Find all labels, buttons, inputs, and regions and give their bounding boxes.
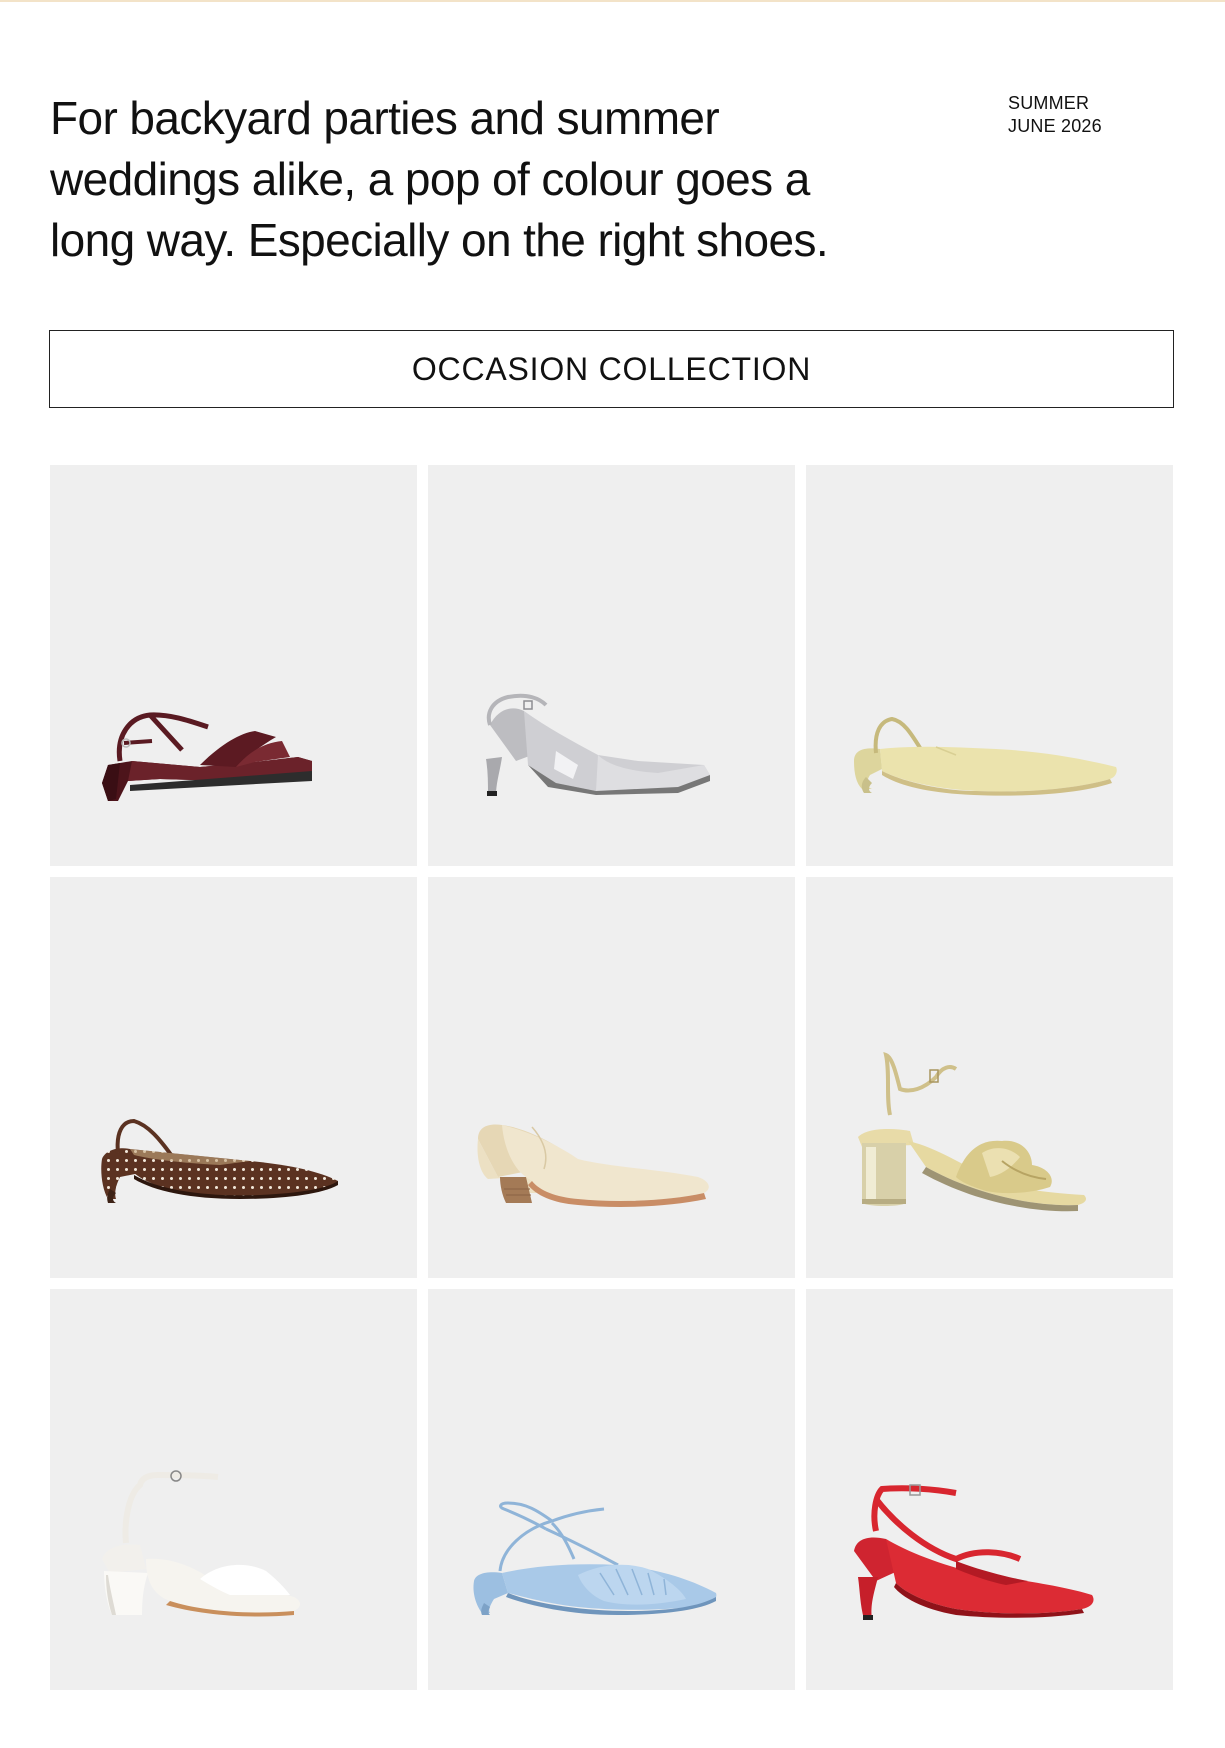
product-grid <box>50 465 1174 1690</box>
product-tile-blue-flat[interactable] <box>428 1289 795 1690</box>
hero-line-3: long way. Especially on the right shoes. <box>50 214 829 266</box>
season-label: SUMMER <box>1008 93 1090 113</box>
cream-pump-image <box>477 1124 709 1207</box>
white-sandal-image <box>102 1470 300 1617</box>
product-tile-red-pump[interactable] <box>806 1289 1173 1690</box>
hero-line-1: For backyard parties and summer <box>50 92 720 144</box>
product-tile-butter-mule[interactable] <box>806 465 1173 866</box>
product-tile-gold-sandal[interactable] <box>806 877 1173 1278</box>
butter-mule-image <box>854 716 1117 796</box>
blue-flat-image <box>473 1501 717 1615</box>
polka-dot-slingback-image <box>101 1118 338 1203</box>
product-tile-cream-pump[interactable] <box>428 877 795 1278</box>
issue-meta: SUMMER JUNE 2026 <box>1008 92 1158 138</box>
product-tile-white-sandal[interactable] <box>50 1289 417 1690</box>
hero-line-2: weddings alike, a pop of colour goes a <box>50 153 810 205</box>
product-tile-burgundy-sandal[interactable] <box>50 465 417 866</box>
issue-date: JUNE 2026 <box>1008 116 1102 136</box>
occasion-collection-button[interactable]: OCCASION COLLECTION <box>49 330 1174 408</box>
red-pump-image <box>854 1484 1094 1620</box>
top-rule <box>0 0 1225 2</box>
hero-headline: For backyard parties and summer weddings… <box>50 88 930 271</box>
burgundy-sandal-image <box>102 712 312 801</box>
product-tile-polka-dot-slingback[interactable] <box>50 877 417 1278</box>
silver-slingback-image <box>486 693 710 796</box>
product-tile-silver-slingback[interactable] <box>428 465 795 866</box>
gold-sandal-image <box>858 1051 1086 1212</box>
